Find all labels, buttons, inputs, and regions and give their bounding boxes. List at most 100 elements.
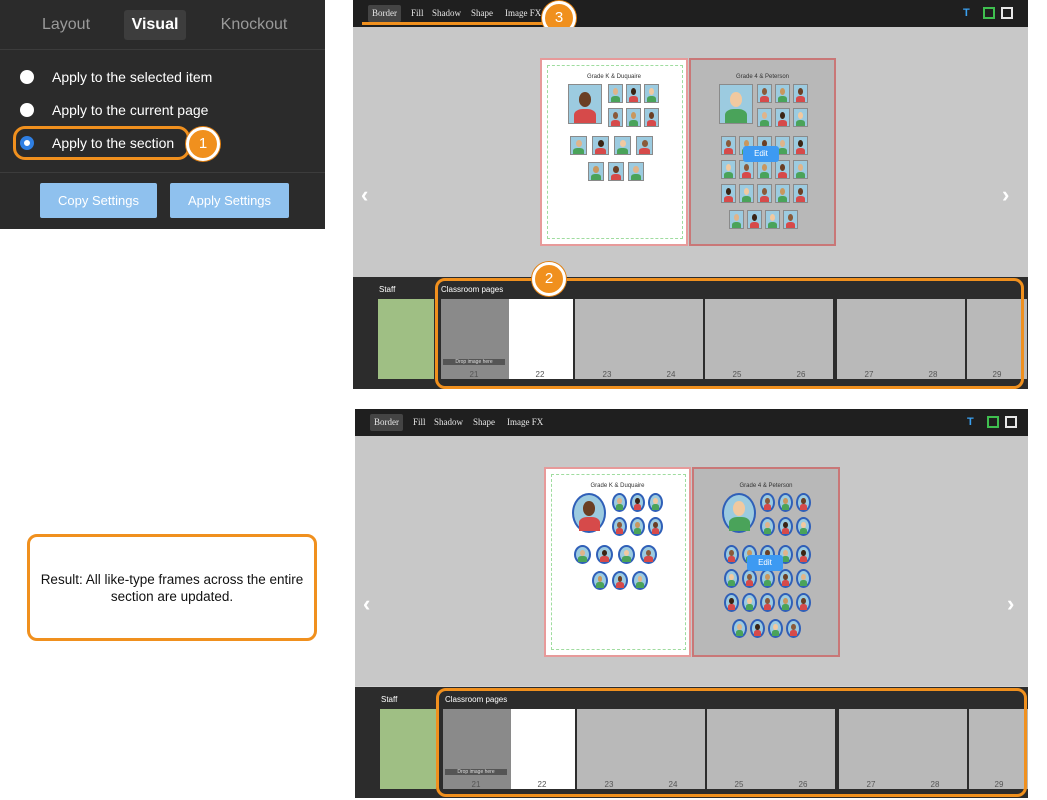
student-photo[interactable] bbox=[721, 160, 736, 179]
student-photo[interactable] bbox=[596, 545, 613, 564]
student-photo[interactable] bbox=[757, 84, 772, 103]
student-photo[interactable] bbox=[612, 517, 627, 536]
student-photo[interactable] bbox=[757, 108, 772, 127]
student-photo[interactable] bbox=[793, 184, 808, 203]
student-photo[interactable] bbox=[644, 84, 659, 103]
student-photo[interactable] bbox=[760, 569, 775, 588]
apply-settings-button[interactable]: Apply Settings bbox=[170, 183, 289, 218]
student-photo[interactable] bbox=[719, 84, 753, 124]
student-photo[interactable] bbox=[588, 162, 604, 181]
student-photo[interactable] bbox=[783, 210, 798, 229]
student-photo[interactable] bbox=[793, 160, 808, 179]
student-photo[interactable] bbox=[648, 493, 663, 512]
tab-fill[interactable]: Fill bbox=[409, 414, 430, 431]
radio-current-page[interactable] bbox=[20, 103, 34, 117]
tab-knockout[interactable]: Knockout bbox=[208, 10, 300, 40]
frame-icon[interactable] bbox=[987, 416, 999, 428]
tab-shape[interactable]: Shape bbox=[467, 5, 497, 22]
student-photo[interactable] bbox=[796, 569, 811, 588]
student-photo[interactable] bbox=[608, 162, 624, 181]
student-photo[interactable] bbox=[739, 184, 754, 203]
student-photo[interactable] bbox=[775, 184, 790, 203]
student-photo[interactable] bbox=[796, 493, 811, 512]
student-photo[interactable] bbox=[724, 545, 739, 564]
student-photo[interactable] bbox=[796, 545, 811, 564]
image-icon[interactable] bbox=[1005, 416, 1017, 428]
student-photo[interactable] bbox=[612, 493, 627, 512]
student-photo[interactable] bbox=[778, 493, 793, 512]
edit-button[interactable]: Edit bbox=[747, 555, 783, 571]
tab-border[interactable]: Border bbox=[368, 5, 401, 22]
staff-page-thumbnail[interactable] bbox=[380, 709, 436, 789]
student-photo[interactable] bbox=[608, 108, 623, 127]
student-photo[interactable] bbox=[747, 210, 762, 229]
student-photo[interactable] bbox=[592, 571, 608, 590]
tab-border[interactable]: Border bbox=[370, 414, 403, 431]
student-photo[interactable] bbox=[608, 84, 623, 103]
student-photo[interactable] bbox=[793, 108, 808, 127]
student-photo[interactable] bbox=[760, 593, 775, 612]
right-page[interactable]: Grade 4 & Peterson Edit bbox=[692, 467, 840, 657]
student-photo[interactable] bbox=[724, 593, 739, 612]
text-icon[interactable]: T bbox=[963, 7, 975, 19]
student-photo[interactable] bbox=[628, 162, 644, 181]
student-photo[interactable] bbox=[630, 493, 645, 512]
student-photo[interactable] bbox=[742, 593, 757, 612]
tab-layout[interactable]: Layout bbox=[28, 10, 104, 40]
text-icon[interactable]: T bbox=[967, 416, 979, 428]
tab-shadow[interactable]: Shadow bbox=[428, 5, 465, 22]
student-photo[interactable] bbox=[778, 517, 793, 536]
tab-shape[interactable]: Shape bbox=[469, 414, 499, 431]
right-page[interactable]: Grade 4 & Peterson Edit bbox=[689, 58, 836, 246]
student-photo[interactable] bbox=[796, 517, 811, 536]
student-photo[interactable] bbox=[796, 593, 811, 612]
student-photo[interactable] bbox=[732, 619, 747, 638]
student-photo[interactable] bbox=[721, 184, 736, 203]
student-photo[interactable] bbox=[739, 160, 754, 179]
student-photo[interactable] bbox=[721, 136, 736, 155]
student-photo[interactable] bbox=[742, 569, 757, 588]
student-photo[interactable] bbox=[760, 493, 775, 512]
student-photo[interactable] bbox=[630, 517, 645, 536]
student-photo[interactable] bbox=[724, 569, 739, 588]
student-photo[interactable] bbox=[618, 545, 635, 564]
copy-settings-button[interactable]: Copy Settings bbox=[40, 183, 157, 218]
student-photo[interactable] bbox=[632, 571, 648, 590]
prev-page-arrow[interactable]: ‹ bbox=[363, 591, 370, 617]
student-photo[interactable] bbox=[757, 160, 772, 179]
student-photo[interactable] bbox=[768, 619, 783, 638]
student-photo[interactable] bbox=[729, 210, 744, 229]
student-photo[interactable] bbox=[778, 593, 793, 612]
student-photo[interactable] bbox=[626, 108, 641, 127]
student-photo[interactable] bbox=[592, 136, 609, 155]
student-photo[interactable] bbox=[644, 108, 659, 127]
left-page[interactable]: Grade K & Duquaire bbox=[544, 467, 691, 657]
student-photo[interactable] bbox=[640, 545, 657, 564]
tab-visual[interactable]: Visual bbox=[124, 10, 186, 40]
staff-page-thumbnail[interactable] bbox=[378, 299, 434, 379]
student-photo[interactable] bbox=[612, 571, 628, 590]
student-photo[interactable] bbox=[648, 517, 663, 536]
tab-shadow[interactable]: Shadow bbox=[430, 414, 467, 431]
radio-selected-item[interactable] bbox=[20, 70, 34, 84]
student-photo[interactable] bbox=[614, 136, 631, 155]
student-photo[interactable] bbox=[568, 84, 602, 124]
student-photo[interactable] bbox=[786, 619, 801, 638]
student-photo[interactable] bbox=[636, 136, 653, 155]
next-page-arrow[interactable]: › bbox=[1007, 591, 1014, 617]
prev-page-arrow[interactable]: ‹ bbox=[361, 182, 368, 208]
student-photo[interactable] bbox=[722, 493, 756, 533]
student-photo[interactable] bbox=[760, 517, 775, 536]
tab-image-fx[interactable]: Image FX bbox=[501, 5, 545, 22]
student-photo[interactable] bbox=[574, 545, 591, 564]
student-photo[interactable] bbox=[775, 84, 790, 103]
student-photo[interactable] bbox=[793, 136, 808, 155]
student-photo[interactable] bbox=[775, 160, 790, 179]
tab-image-fx[interactable]: Image FX bbox=[503, 414, 547, 431]
image-icon[interactable] bbox=[1001, 7, 1013, 19]
frame-icon[interactable] bbox=[983, 7, 995, 19]
student-photo[interactable] bbox=[757, 184, 772, 203]
student-photo[interactable] bbox=[570, 136, 587, 155]
student-photo[interactable] bbox=[765, 210, 780, 229]
student-photo[interactable] bbox=[775, 108, 790, 127]
